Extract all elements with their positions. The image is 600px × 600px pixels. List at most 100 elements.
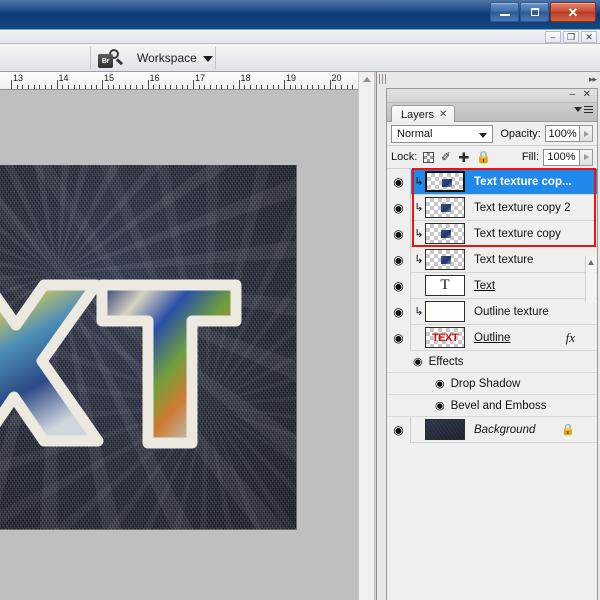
opacity-slider-button[interactable] [580,125,593,142]
layer-name[interactable]: Background [474,424,535,436]
dock-grip-handle[interactable] [379,74,387,84]
layers-panel: – ✕ Layers ✕ Normal Opacity: 100% Lock: … [386,88,598,600]
layer-name[interactable]: Text texture copy [474,228,561,240]
layer-thumbnail[interactable] [425,197,465,218]
lock-image-pixels-icon[interactable]: ✐ [441,150,452,165]
opacity-input[interactable]: 100% [544,125,581,142]
os-close-button[interactable]: ✕ [550,2,596,22]
ruler-minor-tick [79,85,81,89]
panel-close-button[interactable]: ✕ [583,90,591,100]
close-icon[interactable]: ✕ [439,109,447,120]
ruler-minor-tick [107,85,109,89]
layer-thumbnail[interactable]: TEXT [425,327,465,348]
lock-buttons: ✐ ✚ 🔒 [423,150,491,164]
workspace-label: Workspace [137,51,197,65]
ruler-minor-tick [346,85,348,89]
ruler-minor-tick [39,85,41,89]
scroll-up-icon[interactable] [588,260,594,265]
doc-minimize-button[interactable]: – [545,31,561,43]
os-maximize-button[interactable] [520,2,549,22]
ruler-minor-tick [28,85,30,89]
panel-minimize-button[interactable]: – [569,90,575,100]
ruler-minor-tick [249,85,251,89]
lock-all-icon[interactable]: 🔒 [476,150,491,164]
canvas-vertical-scrollbar[interactable] [358,72,375,600]
ruler-minor-tick [141,85,143,89]
layer-visibility-toggle[interactable]: ◉ [387,194,411,221]
workspace-menu[interactable]: Workspace [137,44,197,72]
layer-visibility-toggle[interactable]: ◉ [387,246,411,273]
os-minimize-button[interactable] [490,2,519,22]
layer-row[interactable]: ◉ ↳ Text texture [387,246,597,273]
layer-row[interactable]: ◉ ↳ Outline texture [387,298,597,325]
layers-panel-scrollbar[interactable] [585,256,596,302]
eye-icon[interactable]: ◉ [435,399,445,412]
layer-thumbnail[interactable] [425,249,465,270]
ruler-minor-tick [158,85,160,89]
ruler-minor-tick [306,85,308,89]
layer-name[interactable]: Text texture [474,254,533,266]
layer-effects-icon[interactable]: fx [566,330,575,346]
blend-mode-select[interactable]: Normal [391,124,494,143]
layer-visibility-toggle[interactable]: ◉ [387,324,411,351]
doc-close-button[interactable]: ✕ [581,31,597,43]
layer-thumbnail[interactable] [425,171,465,192]
chevron-down-icon [479,132,488,138]
layer-row[interactable]: ◉ T Text [387,272,597,299]
opacity-label: Opacity: [500,127,541,140]
layer-row[interactable]: ◉ TEXT Outline fx [387,324,597,351]
layer-visibility-toggle[interactable]: ◉ [387,298,411,325]
ruler-minor-tick [204,85,206,89]
ruler-minor-tick [318,85,320,89]
ruler-major-tick [238,80,240,89]
canvas-area[interactable] [0,90,358,600]
lock-transparent-pixels-icon[interactable] [423,151,435,163]
layer-visibility-toggle[interactable]: ◉ [387,220,411,247]
panel-menu-button[interactable] [574,106,593,113]
layer-thumbnail-content [441,204,451,212]
layer-name[interactable]: Text texture copy 2 [474,202,571,214]
layer-visibility-toggle[interactable]: ◉ [387,416,411,443]
tab-layers[interactable]: Layers ✕ [391,105,456,123]
effects-group-row[interactable]: ◉ Effects [387,351,597,373]
layer-thumbnail[interactable] [425,223,465,244]
layer-row-background[interactable]: ◉ Background 🔒 [387,416,597,443]
layer-thumbnail[interactable]: T [425,275,465,296]
eye-icon[interactable]: ◉ [413,355,423,368]
layer-name[interactable]: Text [474,280,495,292]
blend-mode-value: Normal [397,127,433,140]
ruler-minor-tick [266,85,268,89]
layer-thumbnail[interactable] [425,301,465,322]
fill-input[interactable]: 100% [543,148,580,166]
layer-name[interactable]: Text texture cop... [474,176,572,188]
ruler-tick-label: 13 [13,73,24,83]
horizontal-ruler[interactable]: 13 14 15 16 17 18 19 20 [0,72,358,90]
ruler-tick-label: 14 [58,73,69,83]
scroll-up-icon[interactable] [363,77,371,82]
fill-slider-button[interactable] [580,148,593,166]
layer-list[interactable]: ◉ ↳ Text texture cop... ◉ ↳ Text texture copy… [387,168,597,443]
effect-row[interactable]: ◉ Bevel and Emboss [387,395,597,417]
ruler-minor-tick [84,85,86,89]
layer-visibility-toggle[interactable]: ◉ [387,168,411,195]
lock-position-icon[interactable]: ✚ [458,151,469,164]
layer-visibility-toggle[interactable]: ◉ [387,272,411,299]
eye-icon[interactable]: ◉ [435,377,445,390]
minimize-icon [499,14,510,16]
effect-row[interactable]: ◉ Drop Shadow [387,373,597,395]
bridge-icon[interactable]: Br [98,49,124,68]
layer-name[interactable]: Outline texture [474,306,549,318]
effects-group-label: Effects [428,355,464,368]
layer-row[interactable]: ◉ ↳ Text texture cop... [387,168,597,195]
ruler-tick-label: 18 [240,73,251,83]
ruler-minor-tick [153,85,155,89]
doc-restore-button[interactable]: ❐ [563,31,579,43]
layer-row[interactable]: ◉ ↳ Text texture copy 2 [387,194,597,221]
fill-value: 100% [547,151,576,163]
layer-name[interactable]: Outline [474,332,510,344]
dock-expand-icon[interactable]: ▸▸ [589,74,597,85]
document-canvas[interactable] [0,165,297,530]
layer-thumbnail[interactable] [425,419,465,440]
os-window-controls: ✕ [490,2,596,22]
layer-row[interactable]: ◉ ↳ Text texture copy [387,220,597,247]
